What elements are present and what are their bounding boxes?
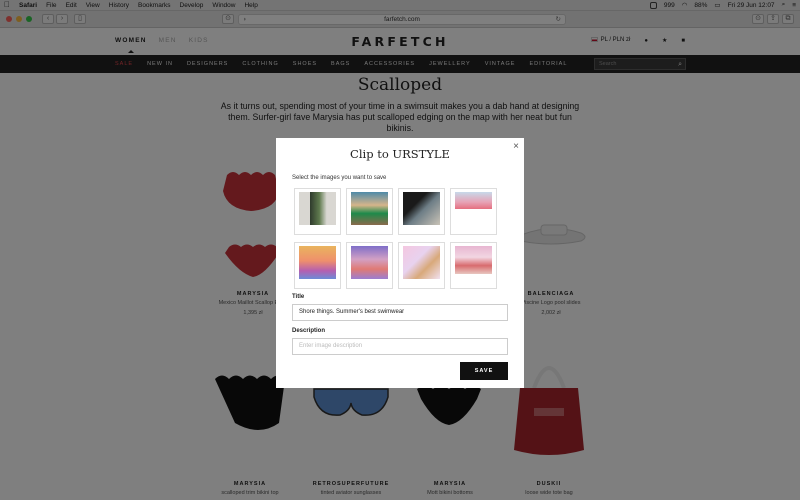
title-input[interactable]: Shore things. Summer's best swimwear [292, 304, 508, 321]
clip-dialog: × Clip to URSTYLE Select the images you … [276, 138, 524, 388]
description-input[interactable]: Enter image description [292, 338, 508, 355]
description-label: Description [292, 328, 326, 334]
image-grid [294, 188, 497, 289]
image-thumbnail-2[interactable] [346, 188, 393, 235]
image-thumbnail-5[interactable] [294, 242, 341, 289]
image-thumbnail-7[interactable] [398, 242, 445, 289]
image-thumbnail-3[interactable] [398, 188, 445, 235]
dialog-title: Clip to URSTYLE [350, 147, 450, 161]
image-thumbnail-6[interactable] [346, 242, 393, 289]
save-button[interactable]: SAVE [460, 362, 508, 380]
image-thumbnail-4[interactable] [450, 188, 497, 235]
dialog-hint: Select the images you want to save [292, 175, 387, 181]
title-label: Title [292, 294, 305, 300]
image-thumbnail-8[interactable] [450, 242, 497, 289]
image-thumbnail-1[interactable] [294, 188, 341, 235]
